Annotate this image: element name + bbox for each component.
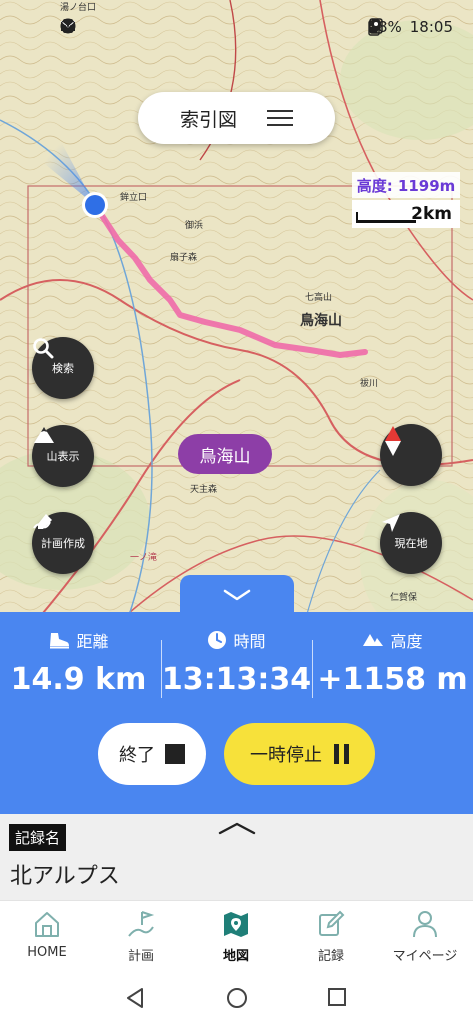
end-button[interactable]: 終了 <box>98 723 206 785</box>
svg-text:祓川: 祓川 <box>360 377 378 389</box>
nav-record[interactable]: 記録 <box>284 909 378 964</box>
battery-icon <box>368 19 381 36</box>
status-bar: N 58% 18:05 <box>0 0 473 58</box>
altitude-label: 高度 <box>390 632 423 651</box>
nav-record-label: 記録 <box>317 949 344 964</box>
mountain-display-label: 山表示 <box>46 450 80 463</box>
altitude-value: +1158 m <box>317 662 468 697</box>
altitude-overlay: 高度: 1199m <box>352 172 460 198</box>
recents-icon[interactable] <box>326 986 348 1008</box>
pause-button-label: 一時停止 <box>250 745 322 766</box>
record-name-label: 記録名 <box>9 824 67 851</box>
clock: 18:05 <box>409 18 453 36</box>
distance-stat: 距離 14.9 km <box>0 628 157 697</box>
current-location-label: 現在地 <box>394 537 428 550</box>
chevron-down-icon <box>223 589 251 601</box>
mountain-icon <box>363 634 384 646</box>
time-label: 時間 <box>233 632 266 651</box>
svg-text:鳥海山: 鳥海山 <box>300 312 342 329</box>
svg-text:七高山: 七高山 <box>305 291 332 303</box>
plan-create-label: 計画作成 <box>41 537 85 550</box>
search-icon <box>33 338 54 359</box>
svg-text:一ノ滝: 一ノ滝 <box>130 552 157 563</box>
end-button-label: 終了 <box>119 745 155 766</box>
system-navigation-bar <box>0 972 473 1024</box>
time-stat: 時間 13:13:34 <box>158 628 315 697</box>
chevron-up-icon[interactable] <box>216 820 258 836</box>
compass-icon <box>385 426 401 456</box>
compass-button[interactable] <box>380 424 442 486</box>
svg-text:扇子森: 扇子森 <box>170 251 197 263</box>
nav-home[interactable]: HOME <box>0 909 94 960</box>
nav-map[interactable]: 地図 <box>189 909 283 964</box>
svg-text:仁賀保: 仁賀保 <box>390 591 417 603</box>
scale-bar <box>356 212 416 223</box>
nav-plan-label: 計画 <box>127 949 154 964</box>
panel-collapse-tab[interactable] <box>180 575 294 615</box>
nav-mypage-label: マイページ <box>392 949 458 964</box>
status-icons-right: N 58% 18:05 <box>368 18 453 36</box>
record-name-section[interactable]: 記録名 北アルプス <box>0 814 473 900</box>
svg-text:御浜: 御浜 <box>185 219 203 231</box>
nav-mypage[interactable]: マイページ <box>378 909 472 964</box>
nav-map-label: 地図 <box>222 949 249 964</box>
map-scale: 2km <box>352 200 460 228</box>
bottom-navigation: HOME 計画 地図 記録 マイページ <box>0 900 473 972</box>
plan-create-button[interactable]: 計画作成 <box>32 512 94 574</box>
mountain-icon <box>34 427 54 443</box>
altitude-stat: 高度 +1158 m <box>314 628 471 697</box>
mountain-display-button[interactable]: 山表示 <box>32 425 94 487</box>
pause-icon <box>334 744 349 764</box>
search-button[interactable]: 検索 <box>32 337 94 399</box>
home-circle-icon[interactable] <box>225 986 249 1010</box>
boot-icon <box>50 633 70 649</box>
time-value: 13:13:34 <box>161 662 312 697</box>
scale-label: 2km <box>411 204 452 224</box>
route-flag-icon <box>128 911 155 937</box>
list-icon <box>267 108 293 128</box>
current-location-button[interactable]: 現在地 <box>380 512 442 574</box>
map-icon <box>224 912 248 937</box>
svg-text:天主森: 天主森 <box>190 483 217 495</box>
index-map-button[interactable]: 索引図 <box>138 92 335 144</box>
distance-label: 距離 <box>76 632 109 651</box>
edit-icon <box>319 910 345 936</box>
person-icon <box>413 911 437 938</box>
stat-divider <box>312 640 313 698</box>
distance-value: 14.9 km <box>10 662 147 697</box>
tracking-stats-panel: 距離 14.9 km 時間 13:13:34 高度 +1158 m <box>0 612 473 814</box>
topographic-map[interactable]: 鳥海山 七高山 一ノ滝 天主森 鉾立口 御浜 祓川 湯ノ台口 扇子森 仁賀保 N… <box>0 0 473 640</box>
pause-button[interactable]: 一時停止 <box>224 723 375 785</box>
more-icon <box>60 18 76 34</box>
home-icon <box>35 912 59 937</box>
navigation-arrow-icon <box>382 514 400 532</box>
nav-home-label: HOME <box>27 945 67 960</box>
index-map-label: 索引図 <box>179 108 237 131</box>
svg-text:鉾立口: 鉾立口 <box>120 191 147 203</box>
record-name-value: 北アルプス <box>10 864 120 889</box>
current-location-dot <box>85 195 105 215</box>
back-icon[interactable] <box>124 986 146 1010</box>
stop-icon <box>165 744 185 764</box>
clock-icon <box>208 631 227 649</box>
plan-edit-icon <box>33 514 52 529</box>
nav-plan[interactable]: 計画 <box>94 909 188 964</box>
mountain-name-label[interactable]: 鳥海山 <box>178 434 272 474</box>
search-button-label: 検索 <box>52 362 74 375</box>
